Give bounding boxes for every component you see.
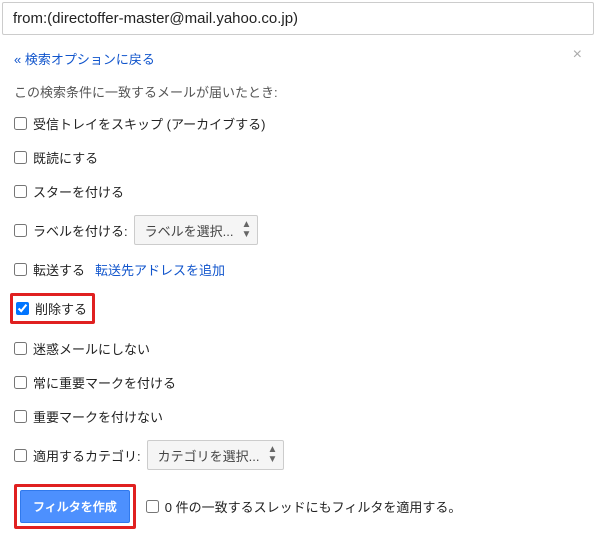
option-apply-label: ラベルを付ける: ラベルを選択... ▲▼	[14, 215, 582, 245]
option-mark-read: 既読にする	[14, 147, 582, 167]
chevron-updown-icon: ▲▼	[267, 445, 277, 465]
never-important-label: 重要マークを付けない	[33, 407, 163, 426]
categorize-checkbox[interactable]	[14, 449, 27, 462]
back-link-text: « 検索オプションに戻る	[14, 52, 155, 67]
option-never-important: 重要マークを付けない	[14, 406, 582, 426]
never-spam-label: 迷惑メールにしない	[33, 339, 150, 358]
option-never-spam: 迷惑メールにしない	[14, 338, 582, 358]
also-apply-checkbox[interactable]	[146, 500, 159, 513]
always-important-label: 常に重要マークを付ける	[33, 373, 176, 392]
filter-options-panel: × « 検索オプションに戻る この検索条件に一致するメールが届いたとき: 受信ト…	[0, 35, 596, 543]
star-checkbox[interactable]	[14, 185, 27, 198]
also-apply-wrap: 0 件の一致するスレッドにもフィルタを適用する。	[146, 497, 462, 516]
option-categorize: 適用するカテゴリ: カテゴリを選択... ▲▼	[14, 440, 582, 470]
forward-checkbox[interactable]	[14, 263, 27, 276]
skip-inbox-checkbox[interactable]	[14, 117, 27, 130]
category-select[interactable]: カテゴリを選択... ▲▼	[147, 440, 285, 470]
create-filter-highlight: フィルタを作成	[14, 484, 136, 529]
skip-inbox-label: 受信トレイをスキップ (アーカイブする)	[33, 114, 266, 133]
apply-label-checkbox[interactable]	[14, 224, 27, 237]
footer-row: フィルタを作成 0 件の一致するスレッドにもフィルタを適用する。	[14, 484, 582, 529]
create-filter-button[interactable]: フィルタを作成	[20, 490, 130, 523]
chevron-updown-icon: ▲▼	[241, 220, 251, 240]
back-to-search-options-link[interactable]: « 検索オプションに戻る	[14, 49, 155, 68]
category-select-text: カテゴリを選択...	[158, 446, 260, 465]
delete-label: 削除する	[35, 299, 87, 318]
search-query-text: from:(directoffer-master@mail.yahoo.co.j…	[13, 10, 298, 27]
apply-label-label: ラベルを付ける:	[33, 221, 128, 240]
add-forward-address-link[interactable]: 転送先アドレスを追加	[95, 260, 225, 279]
never-important-checkbox[interactable]	[14, 410, 27, 423]
option-skip-inbox: 受信トレイをスキップ (アーカイブする)	[14, 113, 582, 133]
forward-label: 転送する	[33, 260, 85, 279]
mark-read-label: 既読にする	[33, 148, 98, 167]
option-star: スターを付ける	[14, 181, 582, 201]
label-select[interactable]: ラベルを選択... ▲▼	[134, 215, 259, 245]
mark-read-checkbox[interactable]	[14, 151, 27, 164]
option-forward: 転送する 転送先アドレスを追加	[14, 259, 582, 279]
option-delete: 削除する	[14, 293, 582, 324]
search-query-bar[interactable]: from:(directoffer-master@mail.yahoo.co.j…	[2, 2, 594, 35]
categorize-label: 適用するカテゴリ:	[33, 446, 141, 465]
delete-highlight: 削除する	[10, 293, 95, 324]
label-select-text: ラベルを選択...	[145, 221, 234, 240]
option-always-important: 常に重要マークを付ける	[14, 372, 582, 392]
delete-checkbox[interactable]	[16, 302, 29, 315]
never-spam-checkbox[interactable]	[14, 342, 27, 355]
also-apply-label: 0 件の一致するスレッドにもフィルタを適用する。	[165, 497, 462, 516]
close-icon[interactable]: ×	[573, 47, 582, 63]
star-label: スターを付ける	[33, 182, 124, 201]
intro-text: この検索条件に一致するメールが届いたとき:	[14, 82, 582, 101]
always-important-checkbox[interactable]	[14, 376, 27, 389]
